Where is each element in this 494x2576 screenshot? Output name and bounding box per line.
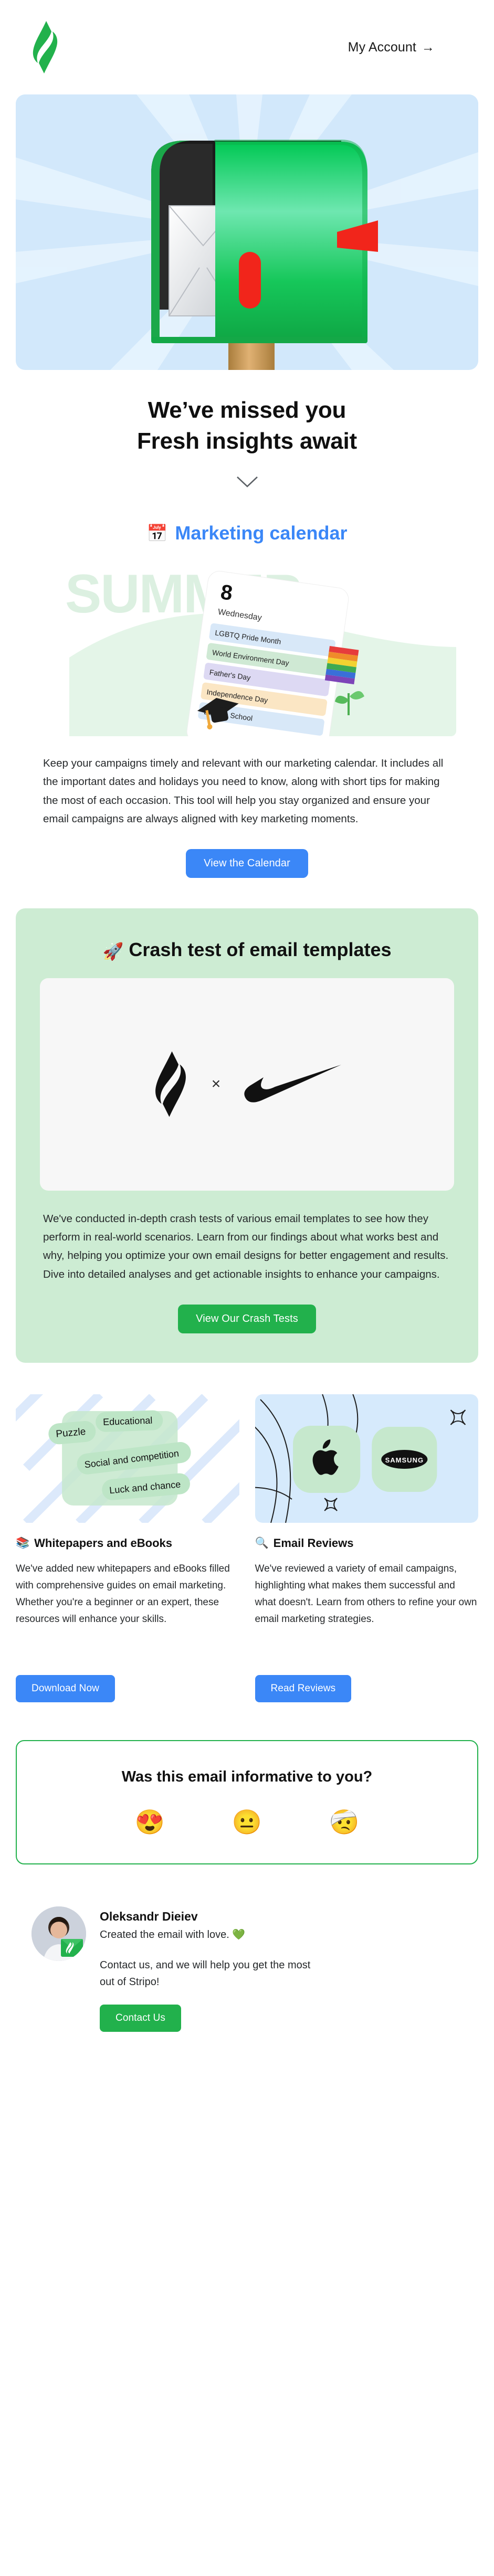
contact-cta-row: Contact Us (100, 1991, 320, 2032)
email-reviews-illustration: SAMSUNG (255, 1394, 478, 1523)
whitepapers-label: Whitepapers and eBooks (34, 1536, 172, 1550)
rating-love-button[interactable]: 😍 (135, 1810, 165, 1834)
arrow-right-icon: → (421, 39, 435, 55)
email-header: My Account → (0, 0, 494, 94)
crash-test-section: 🚀 Crash test of email templates × We've c… (16, 908, 478, 1363)
email-reviews-cta-row: Read Reviews (255, 1666, 479, 1702)
whitepapers-illustration: Puzzle Educational Social and competitio… (16, 1394, 239, 1523)
books-emoji-icon: 📚 (16, 1536, 30, 1549)
feedback-question: Was this email informative to you? (121, 1768, 373, 1785)
download-now-button[interactable]: Download Now (16, 1674, 115, 1702)
brand-logos-panel: × (40, 978, 454, 1191)
marketing-calendar-body: Keep your campaigns timely and relevant … (43, 757, 444, 825)
signature-text: Oleksandr Dieiev Created the email with … (100, 1906, 320, 2032)
column-whitepapers: Puzzle Educational Social and competitio… (16, 1394, 239, 1702)
whitepapers-cta-row: Download Now (16, 1666, 239, 1702)
marketing-calendar-label: Marketing calendar (175, 522, 348, 544)
hero-title-line1: We’ve missed you (148, 397, 346, 423)
chevron-down-icon (236, 476, 258, 487)
email-reviews-body: We've reviewed a variety of email campai… (255, 1563, 477, 1625)
rating-neutral-button[interactable]: 😐 (232, 1810, 262, 1834)
feedback-options: 😍 😐 🤕 (27, 1810, 467, 1834)
logo-separator-x: × (211, 1075, 221, 1093)
column-email-reviews: SAMSUNG 🔍 Email Reviews We've reviewed a… (255, 1394, 479, 1702)
hero-title-line2: Fresh insights await (137, 428, 357, 454)
view-crash-tests-button[interactable]: View Our Crash Tests (178, 1304, 316, 1333)
rocket-emoji-icon: 🚀 (102, 942, 124, 961)
hero-title: We’ve missed you Fresh insights await (0, 370, 494, 457)
signature-block: Oleksandr Dieiev Created the email with … (0, 1864, 494, 2069)
stripo-logo-icon[interactable] (30, 20, 60, 75)
svg-text:Educational: Educational (103, 1415, 153, 1427)
marketing-calendar-title: 📅 Marketing calendar (38, 512, 456, 558)
green-heart-emoji-icon: 💚 (232, 1928, 246, 1941)
svg-text:SAMSUNG: SAMSUNG (385, 1456, 423, 1464)
my-account-label: My Account (348, 39, 416, 55)
feedback-box: Was this email informative to you? 😍 😐 🤕 (16, 1740, 478, 1864)
email-body: My Account → We’ve missed you Fresh insi… (0, 0, 494, 2069)
read-reviews-button[interactable]: Read Reviews (255, 1674, 352, 1702)
view-calendar-button[interactable]: View the Calendar (186, 849, 308, 878)
author-subtitle: Created the email with love. 💚 (100, 1928, 320, 1941)
magnifier-emoji-icon: 🔍 (255, 1536, 269, 1549)
crash-test-cta-row: View Our Crash Tests (40, 1284, 454, 1333)
avatar (31, 1906, 86, 1961)
marketing-calendar-section: 📅 Marketing calendar SUMMER 8 Wednesday (0, 512, 494, 878)
crash-test-title: 🚀 Crash test of email templates (40, 938, 454, 978)
email-reviews-label: Email Reviews (273, 1536, 354, 1550)
nike-swoosh-icon (244, 1065, 342, 1103)
whitepapers-body: We've added new whitepapers and eBooks f… (16, 1563, 230, 1625)
marketing-calendar-cta-row: View the Calendar (38, 828, 456, 878)
calendar-illustration: SUMMER 8 Wednesday LGBTQ Pride Month Wor… (38, 558, 456, 737)
hero-image (16, 94, 478, 370)
crash-test-body: We've conducted in-depth crash tests of … (43, 1212, 449, 1280)
whitepapers-title: 📚 Whitepapers and eBooks (16, 1523, 239, 1561)
my-account-link[interactable]: My Account → (348, 40, 464, 55)
scroll-hint (0, 457, 494, 512)
crash-test-label: Crash test of email templates (129, 939, 392, 961)
author-subtitle-text: Created the email with love. (100, 1928, 229, 1941)
author-name: Oleksandr Dieiev (100, 1909, 198, 1923)
calendar-emoji-icon: 📅 (146, 524, 168, 543)
email-reviews-title: 🔍 Email Reviews (255, 1523, 479, 1561)
contact-us-button[interactable]: Contact Us (100, 2004, 181, 2032)
contact-note: Contact us, and we will help you get the… (100, 1959, 311, 1988)
stripo-logo-icon (155, 1051, 186, 1117)
resources-columns: Puzzle Educational Social and competitio… (0, 1363, 494, 1702)
rating-bad-button[interactable]: 🤕 (329, 1810, 359, 1834)
